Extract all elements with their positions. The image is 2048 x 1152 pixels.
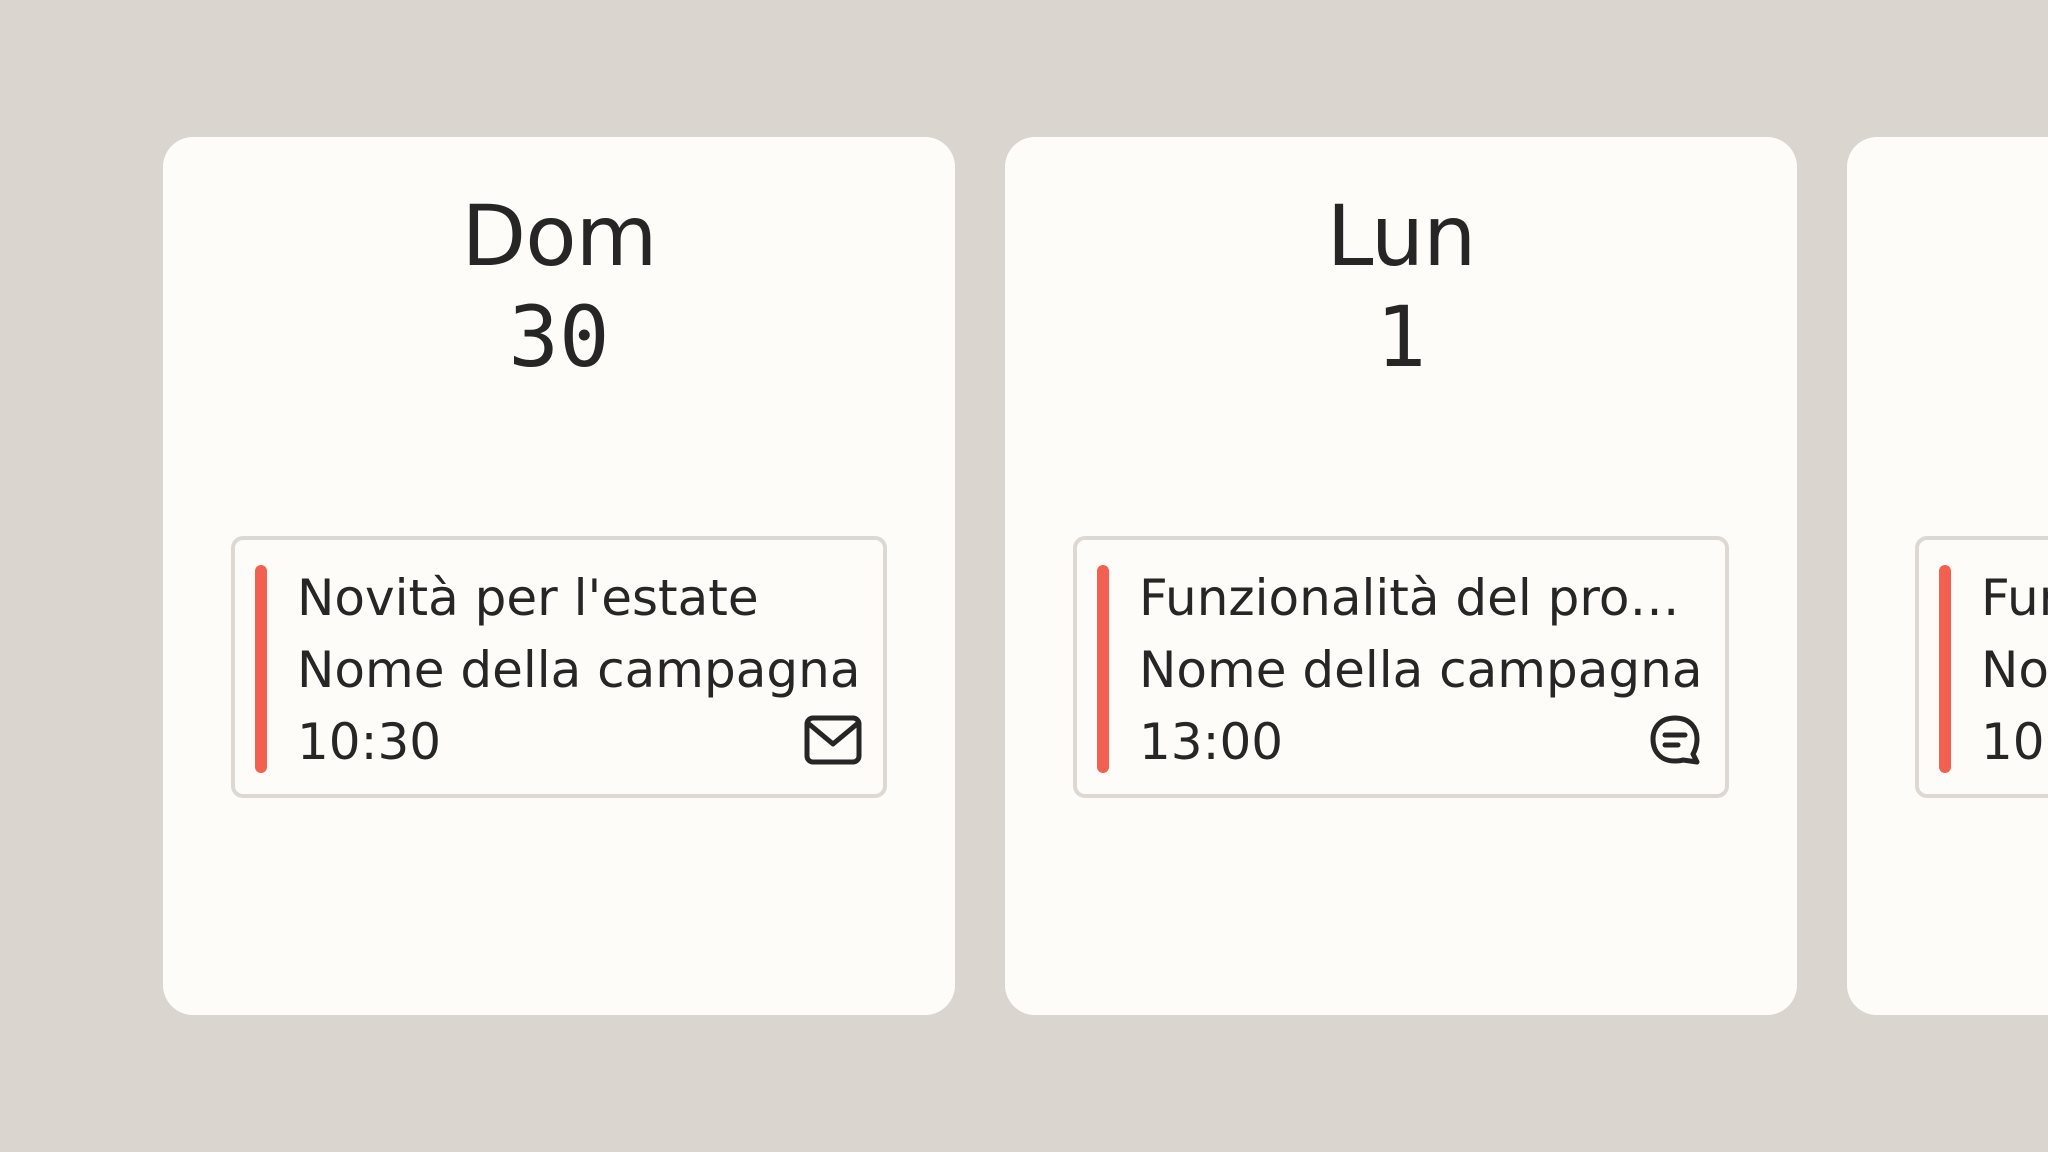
- event-campaign: Nome della campagna: [1139, 641, 1703, 699]
- calendar-week-board: Dom 30 Novità per l'estate Nome della ca…: [0, 0, 2048, 1152]
- day-number: 30: [508, 288, 610, 386]
- chat-bubble-icon: [1645, 714, 1705, 766]
- event-color-bar: [255, 565, 267, 773]
- day-column-sunday: Dom 30 Novità per l'estate Nome della ca…: [163, 137, 955, 1015]
- event-title: Funzionalità del prod...: [1139, 569, 1699, 627]
- event-time: 10:: [1981, 713, 2048, 771]
- day-name: Dom: [461, 187, 658, 285]
- event-color-bar: [1097, 565, 1109, 773]
- day-name: Lun: [1326, 187, 1477, 285]
- event-card[interactable]: Novità per l'estate Nome della campagna …: [231, 536, 887, 798]
- event-title: Fur: [1981, 569, 2048, 627]
- event-time: 10:30: [297, 713, 442, 771]
- mail-icon: [803, 714, 863, 766]
- day-column-partial: Fur Nor 10:: [1847, 137, 2048, 1015]
- day-number: 1: [1375, 288, 1427, 386]
- event-card[interactable]: Funzionalità del prod... Nome della camp…: [1073, 536, 1729, 798]
- event-card[interactable]: Fur Nor 10:: [1915, 536, 2048, 798]
- event-color-bar: [1939, 565, 1951, 773]
- event-campaign: Nor: [1981, 641, 2048, 699]
- event-title: Novità per l'estate: [297, 569, 759, 627]
- day-column-monday: Lun 1 Funzionalità del prod... Nome dell…: [1005, 137, 1797, 1015]
- event-campaign: Nome della campagna: [297, 641, 861, 699]
- event-time: 13:00: [1139, 713, 1284, 771]
